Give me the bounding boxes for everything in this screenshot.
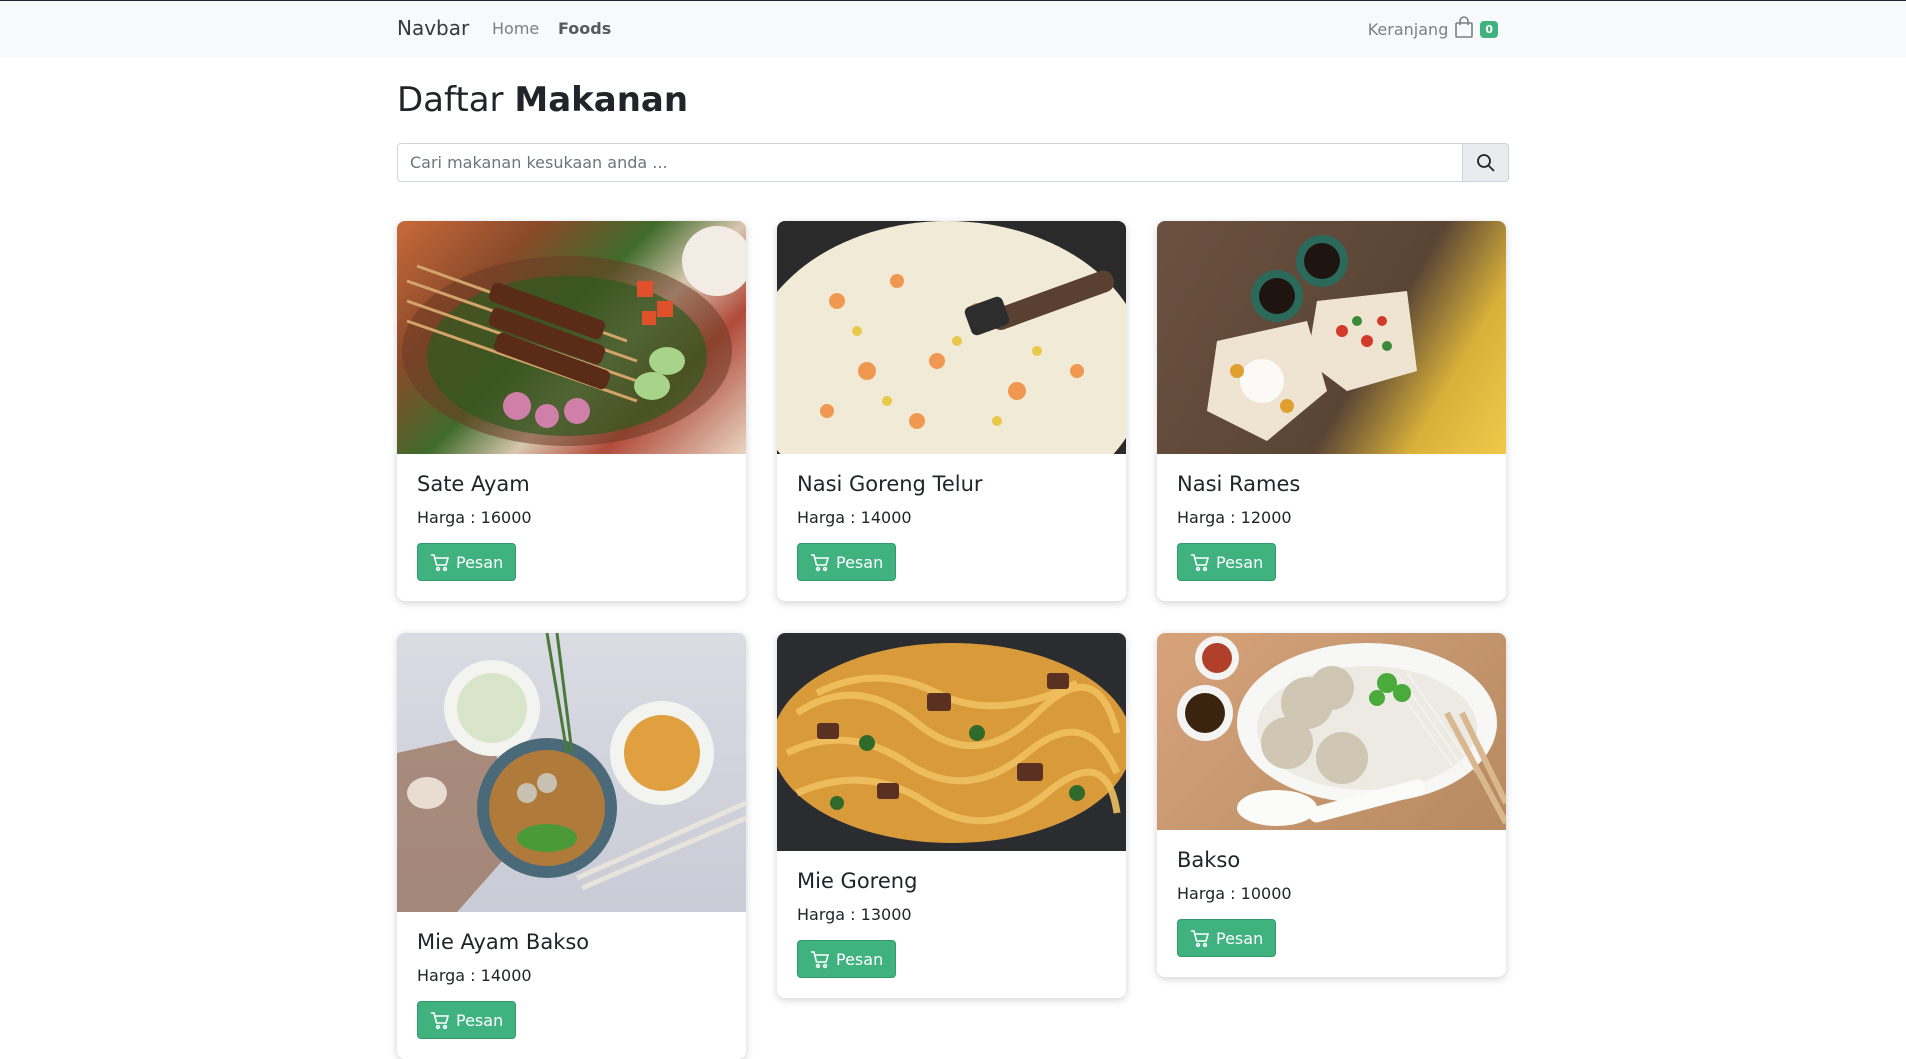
food-image xyxy=(777,633,1126,851)
cart-icon xyxy=(811,951,830,969)
food-price: Harga : 13000 xyxy=(797,905,912,924)
cart-label: Keranjang xyxy=(1367,19,1449,39)
food-card: Mie Goreng Harga : 13000 Pesan xyxy=(777,633,1126,998)
cart-count-badge: 0 xyxy=(1480,20,1498,38)
order-button[interactable]: Pesan xyxy=(417,543,517,581)
food-card: Nasi Goreng Telur Harga : 14000 Pesan xyxy=(777,221,1126,601)
food-image xyxy=(1157,221,1506,454)
food-image xyxy=(1157,633,1506,830)
order-button[interactable]: Pesan xyxy=(1177,919,1277,957)
search-bar xyxy=(397,143,1509,182)
page-title-light: Daftar xyxy=(397,80,504,120)
nav-link-home[interactable]: Home xyxy=(492,19,539,38)
nav-link-foods[interactable]: Foods xyxy=(558,19,611,38)
cart-link[interactable]: Keranjang 0 xyxy=(1368,16,1498,42)
page-title-bold: Makanan xyxy=(514,80,689,120)
order-button-label: Pesan xyxy=(456,552,504,572)
food-image xyxy=(397,221,746,454)
order-button-label: Pesan xyxy=(456,1010,504,1030)
order-button[interactable]: Pesan xyxy=(797,543,897,581)
cart-icon xyxy=(811,554,830,572)
food-price: Harga : 10000 xyxy=(1177,884,1292,903)
food-name: Bakso xyxy=(1177,848,1241,872)
navbar-brand[interactable]: Navbar xyxy=(397,16,469,40)
order-button-label: Pesan xyxy=(836,949,884,969)
order-button[interactable]: Pesan xyxy=(797,940,897,978)
navbar: Navbar Home Foods Keranjang 0 xyxy=(0,1,1906,57)
cart-icon xyxy=(431,1012,450,1030)
food-image xyxy=(397,633,746,912)
order-button-label: Pesan xyxy=(1216,552,1264,572)
food-price: Harga : 16000 xyxy=(417,508,532,527)
search-icon xyxy=(1476,153,1495,172)
page-title: Daftar Makanan xyxy=(397,80,688,120)
order-button-label: Pesan xyxy=(836,552,884,572)
food-name: Sate Ayam xyxy=(417,472,530,496)
cart-icon xyxy=(431,554,450,572)
cart-icon xyxy=(1191,554,1210,572)
food-card: Sate Ayam Harga : 16000 Pesan xyxy=(397,221,746,601)
food-image xyxy=(777,221,1126,454)
search-input[interactable] xyxy=(397,143,1463,182)
food-name: Mie Goreng xyxy=(797,869,918,893)
order-button[interactable]: Pesan xyxy=(417,1001,517,1039)
food-price: Harga : 12000 xyxy=(1177,508,1292,527)
cart-icon xyxy=(1191,930,1210,948)
food-name: Nasi Rames xyxy=(1177,472,1301,496)
food-name: Mie Ayam Bakso xyxy=(417,930,590,954)
order-button-label: Pesan xyxy=(1216,928,1264,948)
food-price: Harga : 14000 xyxy=(797,508,912,527)
food-card: Nasi Rames Harga : 12000 Pesan xyxy=(1157,221,1506,601)
shopping-bag-icon xyxy=(1454,16,1474,42)
food-card: Mie Ayam Bakso Harga : 14000 Pesan xyxy=(397,633,746,1059)
food-price: Harga : 14000 xyxy=(417,966,532,985)
food-card: Bakso Harga : 10000 Pesan xyxy=(1157,633,1506,977)
order-button[interactable]: Pesan xyxy=(1177,543,1277,581)
search-button[interactable] xyxy=(1463,143,1509,182)
food-name: Nasi Goreng Telur xyxy=(797,472,983,496)
